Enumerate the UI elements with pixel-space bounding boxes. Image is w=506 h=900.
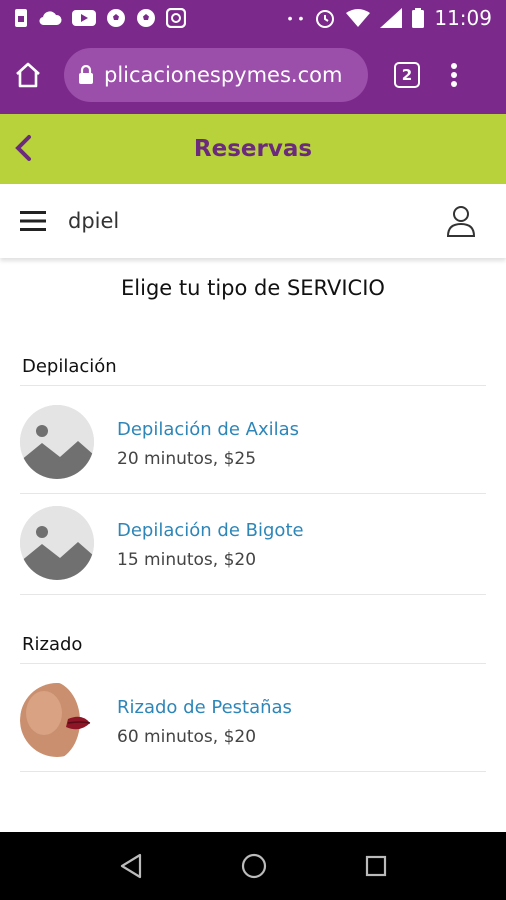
soccer-ball-icon xyxy=(137,9,155,27)
service-duration-price: 15 minutos, $20 xyxy=(117,550,257,570)
url-bar[interactable]: plicacionespymes.com xyxy=(64,48,368,102)
divider xyxy=(20,493,486,494)
service-name[interactable]: Rizado de Pestañas xyxy=(117,697,292,718)
user-account-icon[interactable] xyxy=(446,205,476,237)
recents-square-icon[interactable] xyxy=(365,855,387,877)
divider xyxy=(20,663,486,664)
alarm-icon xyxy=(316,10,335,28)
cloud-icon xyxy=(39,11,62,26)
service-item[interactable]: Rizado de Pestañas 60 minutos, $20 xyxy=(20,673,486,773)
hamburger-menu-icon[interactable] xyxy=(20,210,46,232)
overflow-menu-icon[interactable] xyxy=(450,62,458,88)
home-icon[interactable] xyxy=(14,61,42,89)
browser-toolbar: plicacionespymes.com 2 xyxy=(0,36,506,114)
shop-name[interactable]: dpiel xyxy=(68,209,119,233)
clock: 11:09 xyxy=(434,6,492,30)
page-title: Reservas xyxy=(193,136,313,162)
category-heading: Rizado xyxy=(22,634,83,655)
url-text: plicacionespymes.com xyxy=(104,63,343,87)
more-notifications-icon: • • xyxy=(287,10,305,26)
home-circle-icon[interactable] xyxy=(241,853,267,879)
soccer-ball-icon xyxy=(107,9,125,27)
tab-count: 2 xyxy=(401,66,413,84)
service-duration-price: 60 minutos, $20 xyxy=(117,727,257,747)
android-navigation-bar xyxy=(0,832,506,900)
divider xyxy=(20,594,486,595)
face-photo xyxy=(20,683,94,757)
wifi-icon xyxy=(346,9,371,27)
category-heading: Depilación xyxy=(22,356,117,377)
service-name[interactable]: Depilación de Axilas xyxy=(117,419,299,440)
signal-icon xyxy=(380,8,403,28)
youtube-icon xyxy=(72,10,96,26)
status-bar: • • 11:09 xyxy=(0,0,506,36)
divider xyxy=(20,771,486,772)
battery-icon xyxy=(412,8,425,28)
sim-icon xyxy=(15,9,27,27)
notification-icons xyxy=(14,8,186,28)
service-type-heading: Elige tu tipo de SERVICIO xyxy=(121,276,385,300)
instagram-icon xyxy=(166,8,186,28)
back-chevron-icon[interactable] xyxy=(14,134,34,162)
placeholder-image-icon xyxy=(20,405,94,479)
service-item[interactable]: Depilación de Axilas 20 minutos, $25 xyxy=(20,395,486,495)
placeholder-image-icon xyxy=(20,506,94,580)
tab-switcher-button[interactable]: 2 xyxy=(394,62,420,88)
site-nav: dpiel xyxy=(0,184,506,258)
back-triangle-icon[interactable] xyxy=(119,853,143,879)
divider xyxy=(20,385,486,386)
app-header: Reservas xyxy=(0,114,506,184)
service-item[interactable]: Depilación de Bigote 15 minutos, $20 xyxy=(20,496,486,596)
service-duration-price: 20 minutos, $25 xyxy=(117,449,257,469)
lock-icon xyxy=(79,65,93,84)
service-name[interactable]: Depilación de Bigote xyxy=(117,520,304,541)
